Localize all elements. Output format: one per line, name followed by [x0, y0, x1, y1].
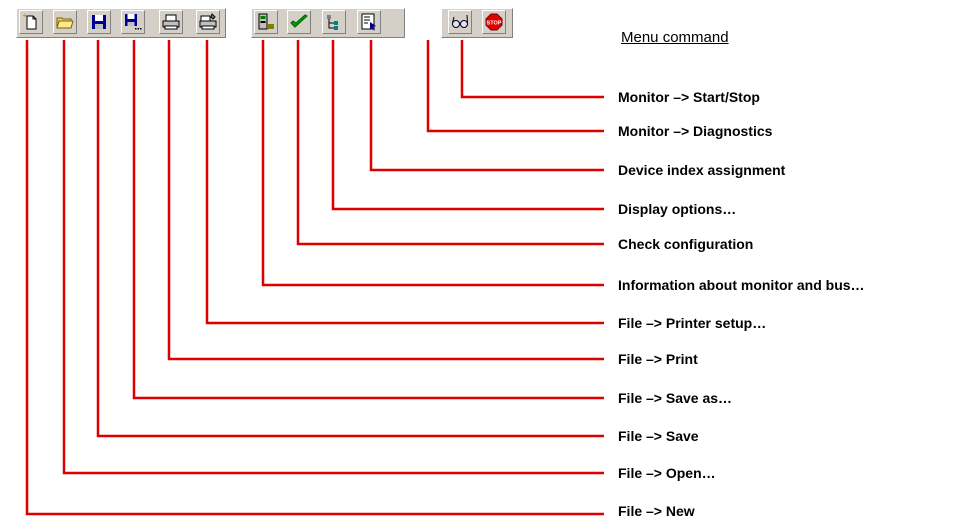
callout-line-monitor-info	[261, 40, 604, 287]
callout-label-save: File –> Save	[618, 428, 699, 444]
callout-label-print: File –> Print	[618, 351, 698, 367]
callout-lines	[25, 40, 604, 516]
callout-line-check-configuration	[296, 40, 604, 246]
menu-command-header: Menu command	[621, 29, 729, 46]
callout-line-print	[167, 40, 604, 361]
callout-label-display-options: Display options…	[618, 201, 737, 217]
callout-line-save	[96, 40, 604, 438]
callout-line-printer-setup	[205, 40, 604, 325]
callout-label-diagnostics: Monitor –> Diagnostics	[618, 123, 773, 139]
callout-label-save-as: File –> Save as…	[618, 390, 733, 406]
callout-line-diagnostics	[426, 40, 604, 133]
callout-label-check-configuration: Check configuration	[618, 236, 754, 252]
callout-line-device-index	[369, 40, 604, 172]
callout-line-save-as	[132, 40, 604, 400]
callout-line-start-stop	[460, 40, 604, 99]
callout-label-device-index: Device index assignment	[618, 162, 786, 178]
callout-line-display-options	[331, 40, 604, 211]
callout-label-start-stop: Monitor –> Start/Stop	[618, 89, 760, 105]
callout-label-monitor-info: Information about monitor and bus…	[618, 277, 865, 293]
callout-label-printer-setup: File –> Printer setup…	[618, 315, 767, 331]
callout-label-new: File –> New	[618, 503, 695, 519]
callout-label-open: File –> Open…	[618, 465, 716, 481]
callout-line-new	[25, 40, 604, 516]
